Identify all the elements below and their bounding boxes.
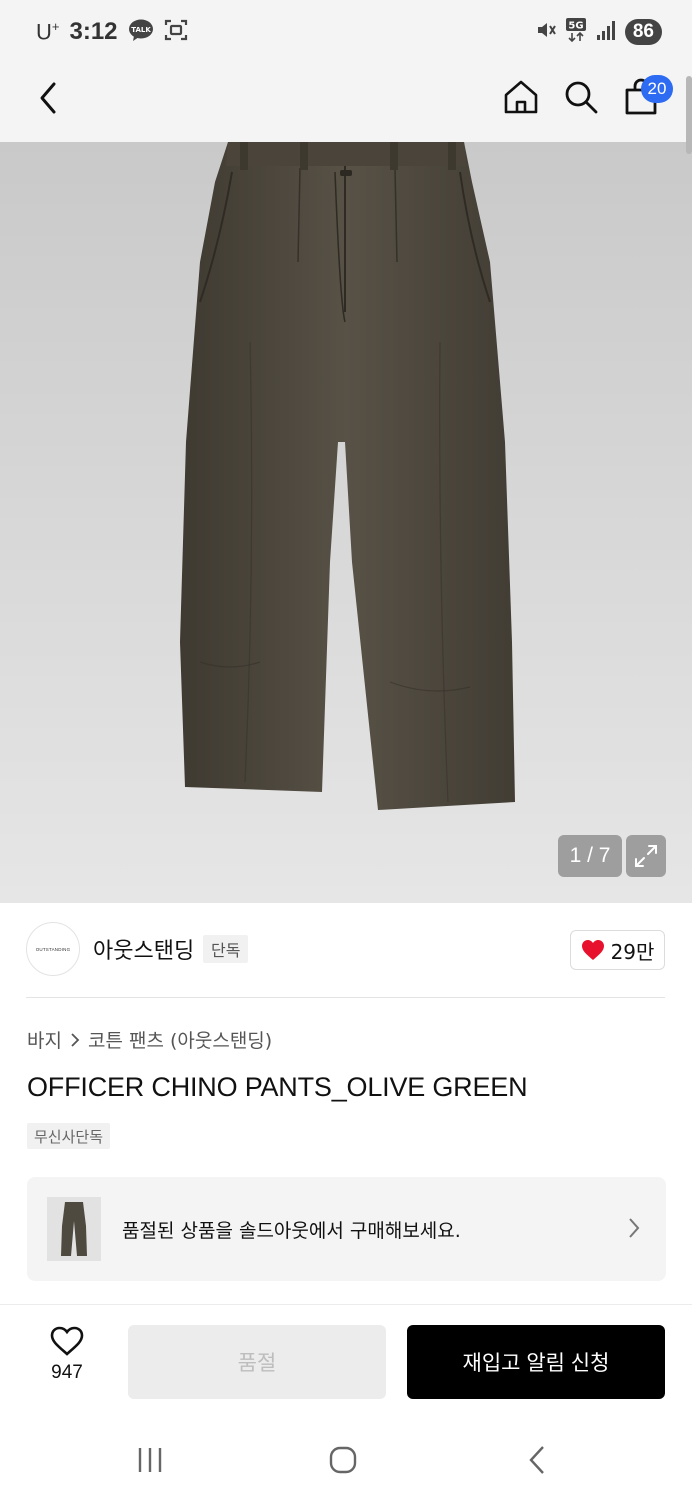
product-image-gallery[interactable] <box>0 142 692 903</box>
soldout-resale-banner[interactable]: 품절된 상품을 솔드아웃에서 구매해보세요. <box>27 1177 666 1281</box>
recent-apps-button[interactable] <box>125 1440 175 1480</box>
soldout-button: 품절 <box>128 1325 386 1399</box>
brand-name-link[interactable]: 아웃스탠딩 <box>93 933 194 965</box>
brand-like-button[interactable]: 29만 <box>570 930 665 970</box>
cart-count-badge: 20 <box>641 75 673 103</box>
chevron-right-icon <box>71 1032 80 1047</box>
5g-data-icon: 5G <box>565 17 587 47</box>
system-navigation-bar <box>0 1420 692 1500</box>
wishlist-count: 947 <box>51 1362 83 1383</box>
top-navigation <box>0 62 692 142</box>
divider <box>26 997 665 998</box>
restock-notify-button[interactable]: 재입고 알림 신청 <box>407 1325 665 1399</box>
pants-shape <box>180 142 515 810</box>
kakaotalk-icon: TALK <box>128 18 154 46</box>
home-nav-button[interactable] <box>318 1440 368 1480</box>
breadcrumb-category[interactable]: 바지 <box>27 1026 62 1053</box>
breadcrumb: 바지 코튼 팬츠 (아웃스탠딩) <box>27 1026 272 1053</box>
status-left: U+ 3:12 TALK <box>36 16 188 48</box>
signal-icon <box>595 19 617 45</box>
musinsa-exclusive-badge: 무신사단독 <box>27 1123 111 1149</box>
brand-logo[interactable]: OUTSTANDING <box>26 922 80 976</box>
back-nav-button[interactable] <box>512 1440 562 1480</box>
product-title: OFFICER CHINO PANTS_OLIVE GREEN <box>27 1072 528 1102</box>
expand-icon <box>635 845 657 867</box>
mute-icon <box>535 19 557 45</box>
chevron-right-icon <box>629 1218 640 1238</box>
heart-filled-icon <box>581 940 604 960</box>
product-image-pants <box>180 142 515 810</box>
screenshot-icon <box>164 18 188 46</box>
soldout-banner-text: 품절된 상품을 솔드아웃에서 구매해보세요. <box>122 1220 461 1242</box>
brand-like-count: 29만 <box>610 939 655 964</box>
expand-image-button[interactable] <box>626 835 666 877</box>
svg-text:5G: 5G <box>568 21 583 32</box>
home-icon <box>504 80 538 114</box>
back-icon <box>40 82 56 114</box>
home-circle-icon <box>329 1446 357 1474</box>
wishlist-button[interactable]: 947 <box>34 1326 100 1396</box>
breadcrumb-subcategory[interactable]: 코튼 팬츠 (아웃스탠딩) <box>88 1026 272 1053</box>
divider <box>0 1304 692 1305</box>
back-chevron-icon <box>529 1446 544 1474</box>
battery-icon: 86 <box>624 19 662 45</box>
home-button[interactable] <box>500 76 542 118</box>
status-right: 5G 86 <box>535 16 662 48</box>
svg-text:TALK: TALK <box>131 26 151 34</box>
search-button[interactable] <box>560 76 602 118</box>
recent-apps-icon <box>138 1448 162 1472</box>
brand-exclusive-tag: 단독 <box>203 935 249 963</box>
carrier-label: U+ <box>36 18 60 45</box>
clock: 3:12 <box>69 18 118 45</box>
product-thumbnail <box>47 1197 101 1261</box>
search-icon <box>565 81 598 114</box>
image-counter: 1 / 7 <box>558 835 622 877</box>
status-bar: U+ 3:12 TALK 5G 86 <box>0 0 692 62</box>
scroll-indicator[interactable] <box>686 76 692 154</box>
back-button[interactable] <box>28 78 68 118</box>
heart-outline-icon <box>50 1326 84 1356</box>
